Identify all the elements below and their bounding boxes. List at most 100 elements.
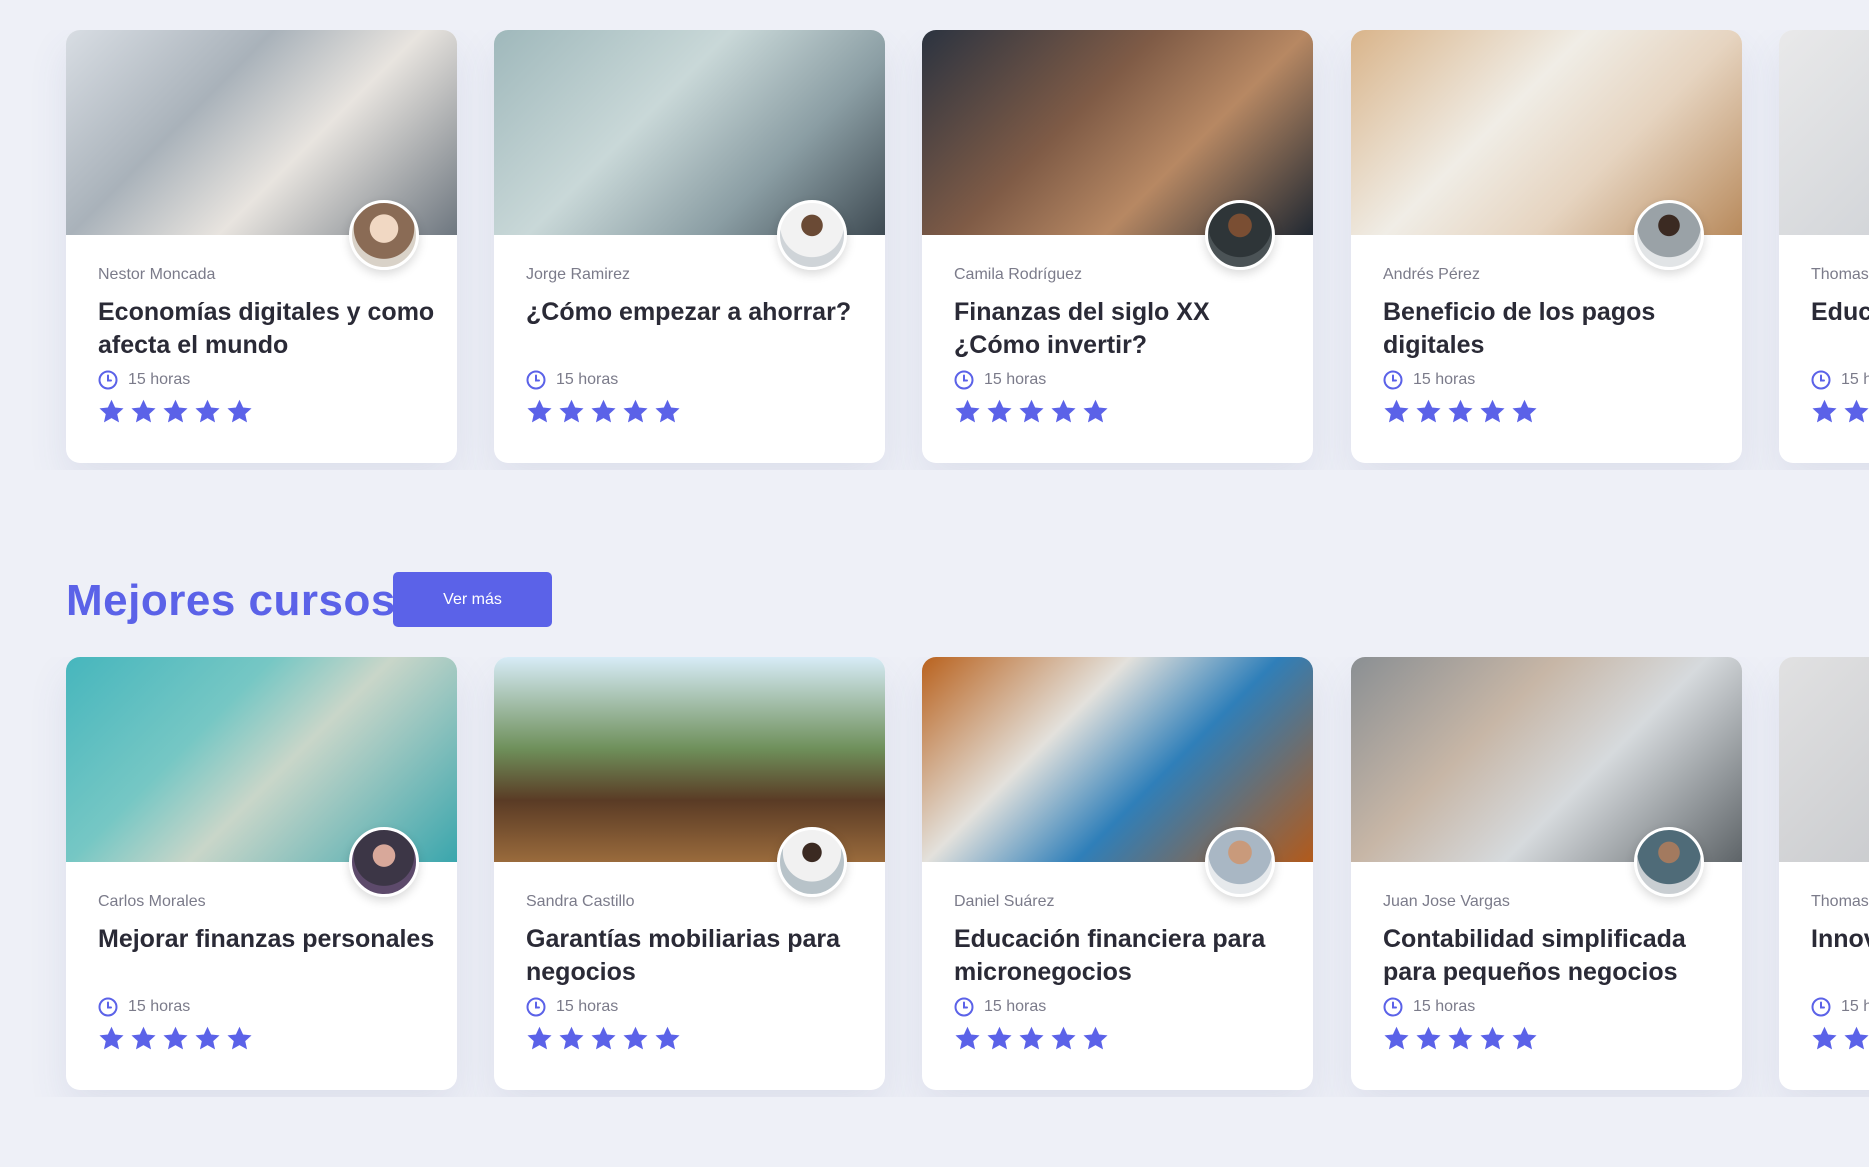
star-icon [527,1026,552,1050]
course-duration: 15 horas [526,369,618,391]
star-icon [163,1026,188,1050]
star-icon [99,399,124,423]
star-icon [559,399,584,423]
clock-icon [98,997,118,1017]
duration-label: 15 h [1841,371,1869,388]
author-avatar [777,200,847,270]
course-card-partial[interactable]: Thomas Educ micro 15 h [1779,30,1869,463]
rating-stars [98,398,253,425]
course-title[interactable]: ¿Cómo empezar a ahorrar? [526,296,866,329]
author-avatar [349,827,419,897]
course-author: Thomas [1811,893,1869,910]
star-icon [623,399,648,423]
star-icon [1019,1026,1044,1050]
star-icon [987,1026,1012,1050]
star-icon [1512,399,1537,423]
star-icon [195,399,220,423]
course-card[interactable]: Juan Jose Vargas Contabilidad simplifica… [1351,657,1742,1090]
rating-stars [1383,398,1538,425]
star-icon [527,399,552,423]
course-title[interactable]: Mejorar finanzas personales [98,923,438,956]
star-icon [1448,1026,1473,1050]
star-icon [99,1026,124,1050]
rating-stars [954,1025,1109,1052]
course-author: Camila Rodríguez [954,266,1083,283]
best-courses-row: Carlos Morales Mejorar finanzas personal… [0,657,1869,1097]
course-duration: 15 horas [1383,369,1475,391]
course-card[interactable]: Daniel Suárez Educación financiera para … [922,657,1313,1090]
course-card-partial[interactable]: Thomas Innov banc 15 h [1779,657,1869,1090]
course-title[interactable]: Finanzas del siglo XX ¿Cómo invertir? [954,296,1294,362]
star-icon [1512,1026,1537,1050]
course-duration: 15 horas [1383,996,1475,1018]
star-icon [227,1026,252,1050]
duration-label: 15 horas [128,998,191,1015]
course-card[interactable]: Jorge Ramirez ¿Cómo empezar a ahorrar? 1… [494,30,885,463]
star-icon [1083,399,1108,423]
star-icon [163,399,188,423]
star-icon [1384,1026,1409,1050]
clock-icon [1383,370,1403,390]
course-title[interactable]: Beneficio de los pagos digitales [1383,296,1723,362]
duration-label: 15 horas [1413,371,1476,388]
course-card[interactable]: Nestor Moncada Economías digitales y com… [66,30,457,463]
clock-icon [526,997,546,1017]
star-icon [1480,399,1505,423]
star-icon [955,1026,980,1050]
star-icon [1384,399,1409,423]
course-author: Thomas [1811,266,1869,283]
author-avatar [1205,200,1275,270]
course-title[interactable]: Contabilidad simplificada para pequeños … [1383,923,1723,989]
rating-stars [1811,398,1869,425]
star-icon [1812,1026,1837,1050]
course-title[interactable]: Educ micro [1811,296,1869,329]
star-icon [559,1026,584,1050]
author-avatar [349,200,419,270]
star-icon [1019,399,1044,423]
course-title[interactable]: Innov banc [1811,923,1869,956]
star-icon [1416,1026,1441,1050]
author-avatar [1634,200,1704,270]
star-icon [1083,1026,1108,1050]
star-icon [131,399,156,423]
star-icon [1812,399,1837,423]
course-title[interactable]: Garantías mobiliarias para negocios [526,923,866,989]
course-card[interactable]: Carlos Morales Mejorar finanzas personal… [66,657,457,1090]
rating-stars [1811,1025,1869,1052]
course-card[interactable]: Camila Rodríguez Finanzas del siglo XX ¿… [922,30,1313,463]
star-icon [623,1026,648,1050]
clock-icon [954,370,974,390]
star-icon [655,1026,680,1050]
course-author: Carlos Morales [98,893,206,910]
author-avatar [1205,827,1275,897]
course-duration: 15 h [1811,996,1869,1018]
course-title[interactable]: Educación financiera para micronegocios [954,923,1294,989]
course-duration: 15 horas [526,996,618,1018]
duration-label: 15 horas [984,371,1047,388]
section-title: Mejores cursos [66,576,396,625]
rating-stars [526,398,681,425]
course-title[interactable]: Economías digitales y como afecta el mun… [98,296,438,362]
star-icon [1844,1026,1869,1050]
star-icon [1051,1026,1076,1050]
rating-stars [954,398,1109,425]
course-duration: 15 horas [98,369,190,391]
rating-stars [98,1025,253,1052]
course-card[interactable]: Andrés Pérez Beneficio de los pagos digi… [1351,30,1742,463]
clock-icon [1811,370,1831,390]
see-more-button[interactable]: Ver más [393,572,552,627]
star-icon [1480,1026,1505,1050]
course-duration: 15 horas [954,996,1046,1018]
course-duration: 15 horas [954,369,1046,391]
star-icon [591,399,616,423]
top-courses-row: Nestor Moncada Economías digitales y com… [0,30,1869,470]
rating-stars [1383,1025,1538,1052]
course-image [1779,657,1869,862]
clock-icon [98,370,118,390]
course-author: Jorge Ramirez [526,266,631,283]
course-author: Andrés Pérez [1383,266,1480,283]
duration-label: 15 horas [556,371,619,388]
course-card[interactable]: Sandra Castillo Garantías mobiliarias pa… [494,657,885,1090]
star-icon [987,399,1012,423]
duration-label: 15 h [1841,998,1869,1015]
